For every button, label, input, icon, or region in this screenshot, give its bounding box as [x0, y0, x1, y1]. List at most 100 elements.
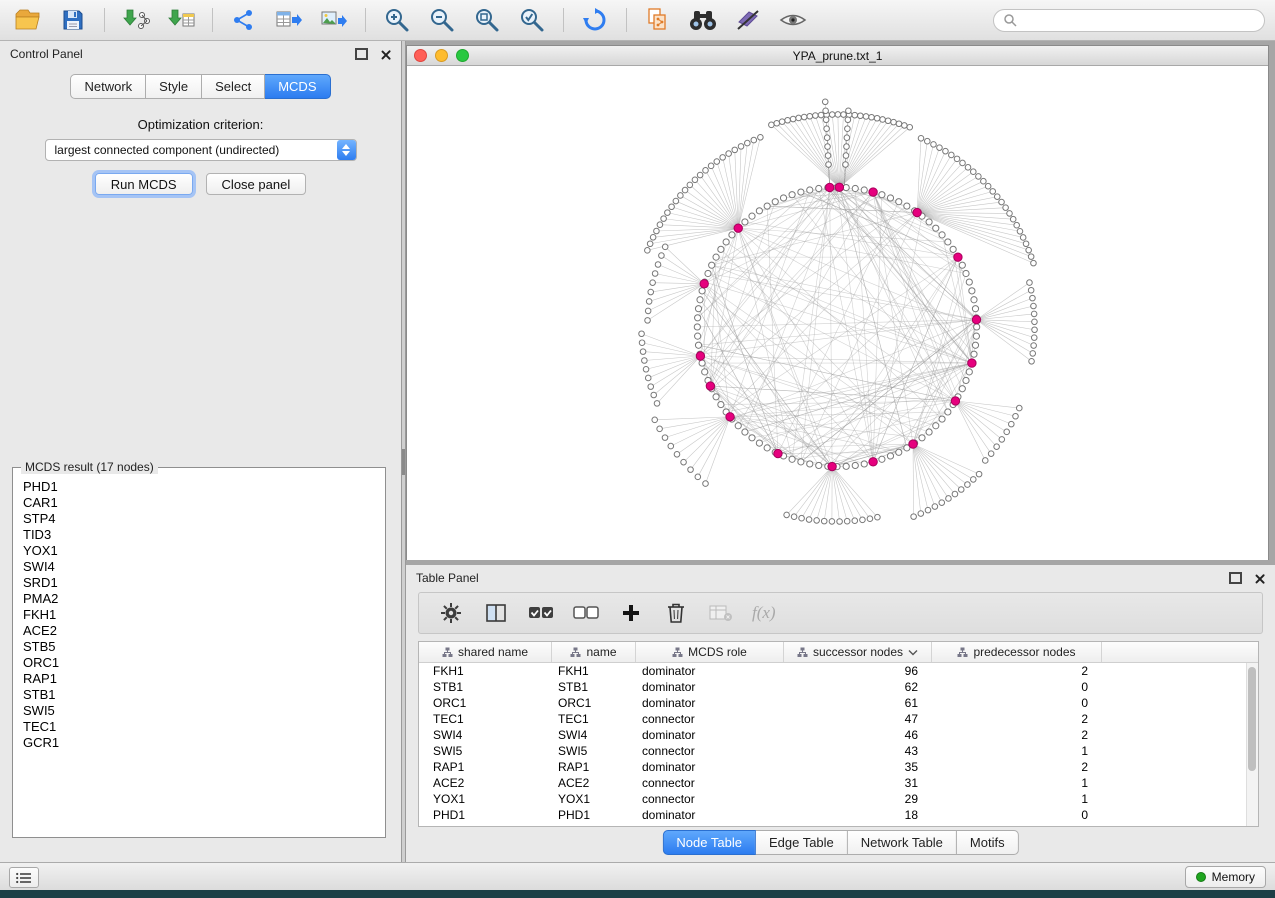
table-row[interactable]: RAP1RAP1dominator352	[419, 759, 1258, 775]
mcds-result-item[interactable]: PMA2	[23, 591, 383, 607]
task-history-button[interactable]	[9, 867, 39, 888]
search-input[interactable]	[1023, 12, 1255, 28]
table-cell: dominator	[636, 696, 784, 710]
delete-column-button[interactable]	[662, 599, 690, 627]
scrollbar-thumb[interactable]	[1248, 667, 1256, 771]
mcds-result-item[interactable]: SWI5	[23, 703, 383, 719]
run-mcds-button[interactable]: Run MCDS	[95, 173, 193, 195]
toolbar-separator	[365, 8, 366, 32]
mcds-result-item[interactable]: YOX1	[23, 543, 383, 559]
mcds-result-item[interactable]: RAP1	[23, 671, 383, 687]
mcds-result-item[interactable]: SWI4	[23, 559, 383, 575]
tab-select[interactable]: Select	[202, 74, 265, 99]
table-toolbar: f(x)	[418, 592, 1263, 634]
import-table-button[interactable]	[163, 4, 199, 36]
tab-edge-table[interactable]: Edge Table	[756, 830, 848, 855]
memory-button[interactable]: Memory	[1185, 866, 1266, 888]
table-cell: connector	[636, 792, 784, 806]
mcds-result-item[interactable]: FKH1	[23, 607, 383, 623]
refresh-icon	[582, 7, 608, 33]
save-session-button[interactable]	[55, 4, 91, 36]
float-table-panel-icon[interactable]	[1229, 572, 1242, 584]
column-header-name[interactable]: name	[552, 642, 636, 662]
tab-network-table[interactable]: Network Table	[848, 830, 957, 855]
tab-style[interactable]: Style	[146, 74, 202, 99]
table-panel: Table Panel	[406, 565, 1275, 862]
select-all-rows-button[interactable]	[527, 599, 555, 627]
table-cell: 2	[932, 664, 1102, 678]
mcds-result-item[interactable]: TEC1	[23, 719, 383, 735]
mcds-result-item[interactable]: PHD1	[23, 479, 383, 495]
add-column-button[interactable]	[617, 599, 645, 627]
table-cell: PHD1	[552, 808, 636, 822]
mcds-result-item[interactable]: CAR1	[23, 495, 383, 511]
close-panel-icon[interactable]	[380, 49, 391, 60]
tab-motifs[interactable]: Motifs	[957, 830, 1019, 855]
zoom-selected-button[interactable]	[514, 4, 550, 36]
duplicate-network-button[interactable]	[640, 4, 676, 36]
optimization-criterion-select[interactable]: largest connected component (undirected)	[45, 139, 357, 161]
zoom-fit-button[interactable]	[469, 4, 505, 36]
splitter-handle[interactable]	[402, 449, 405, 475]
tab-network[interactable]: Network	[70, 74, 146, 99]
deselect-all-rows-button[interactable]	[572, 599, 600, 627]
table-row[interactable]: SWI4SWI4dominator462	[419, 727, 1258, 743]
function-builder-button: f(x)	[752, 603, 776, 623]
network-canvas[interactable]	[407, 66, 1268, 560]
column-header-shared-name[interactable]: shared name	[419, 642, 552, 662]
delete-table-button-disabled	[707, 599, 735, 627]
column-header-successor-nodes[interactable]: successor nodes	[784, 642, 932, 662]
table-settings-button[interactable]	[437, 599, 465, 627]
show-columns-button[interactable]	[482, 599, 510, 627]
close-table-panel-icon[interactable]	[1254, 573, 1265, 584]
zoom-in-button[interactable]	[379, 4, 415, 36]
mcds-result-title: MCDS result (17 nodes)	[21, 460, 158, 474]
show-hide-button[interactable]	[775, 4, 811, 36]
export-network-button[interactable]	[226, 4, 262, 36]
table-scrollbar[interactable]	[1246, 663, 1258, 826]
mcds-result-item[interactable]: ACE2	[23, 623, 383, 639]
mcds-result-item[interactable]: GCR1	[23, 735, 383, 751]
table-cell: ACE2	[552, 776, 636, 790]
table-row[interactable]: FKH1FKH1dominator962	[419, 663, 1258, 679]
mcds-result-item[interactable]: TID3	[23, 527, 383, 543]
table-row[interactable]: ORC1ORC1dominator610	[419, 695, 1258, 711]
network-view-window: YPA_prune.txt_1	[406, 45, 1269, 560]
import-network-button[interactable]	[118, 4, 154, 36]
mcds-result-item[interactable]: STP4	[23, 511, 383, 527]
column-header-predecessor-nodes[interactable]: predecessor nodes	[932, 642, 1102, 662]
table-cell: SWI5	[552, 744, 636, 758]
close-panel-button[interactable]: Close panel	[206, 173, 307, 195]
mcds-result-item[interactable]: STB1	[23, 687, 383, 703]
table-row[interactable]: SWI5SWI5connector431	[419, 743, 1258, 759]
zoom-out-button[interactable]	[424, 4, 460, 36]
float-panel-icon[interactable]	[355, 48, 368, 60]
tab-mcds[interactable]: MCDS	[265, 74, 330, 99]
table-cell: dominator	[636, 680, 784, 694]
table-row[interactable]: YOX1YOX1connector291	[419, 791, 1258, 807]
export-table-button[interactable]	[271, 4, 307, 36]
open-session-button[interactable]	[10, 4, 46, 36]
mcds-result-list[interactable]: PHD1CAR1STP4TID3YOX1SWI4SRD1PMA2FKH1ACE2…	[15, 479, 383, 835]
search-box[interactable]	[993, 9, 1265, 32]
table-row[interactable]: TEC1TEC1connector472	[419, 711, 1258, 727]
table-row[interactable]: STB1STB1dominator620	[419, 679, 1258, 695]
mcds-result-item[interactable]: SRD1	[23, 575, 383, 591]
dropdown-stepper-icon	[337, 140, 356, 160]
mcds-result-item[interactable]: ORC1	[23, 655, 383, 671]
table-row[interactable]: ACE2ACE2connector311	[419, 775, 1258, 791]
gear-icon	[440, 602, 462, 624]
export-image-icon	[320, 8, 348, 32]
table-cell: 1	[932, 792, 1102, 806]
column-header-mcds-role[interactable]: MCDS role	[636, 642, 784, 662]
table-row[interactable]: PHD1PHD1dominator180	[419, 807, 1258, 823]
hide-selected-button[interactable]	[730, 4, 766, 36]
table-header-row: shared name name MCDS role successor nod…	[419, 642, 1258, 663]
table-cell: 0	[932, 680, 1102, 694]
tab-node-table[interactable]: Node Table	[662, 830, 756, 855]
mcds-result-item[interactable]: STB5	[23, 639, 383, 655]
first-neighbors-button[interactable]	[685, 4, 721, 36]
apply-layout-button[interactable]	[577, 4, 613, 36]
table-cell: dominator	[636, 664, 784, 678]
export-image-button[interactable]	[316, 4, 352, 36]
